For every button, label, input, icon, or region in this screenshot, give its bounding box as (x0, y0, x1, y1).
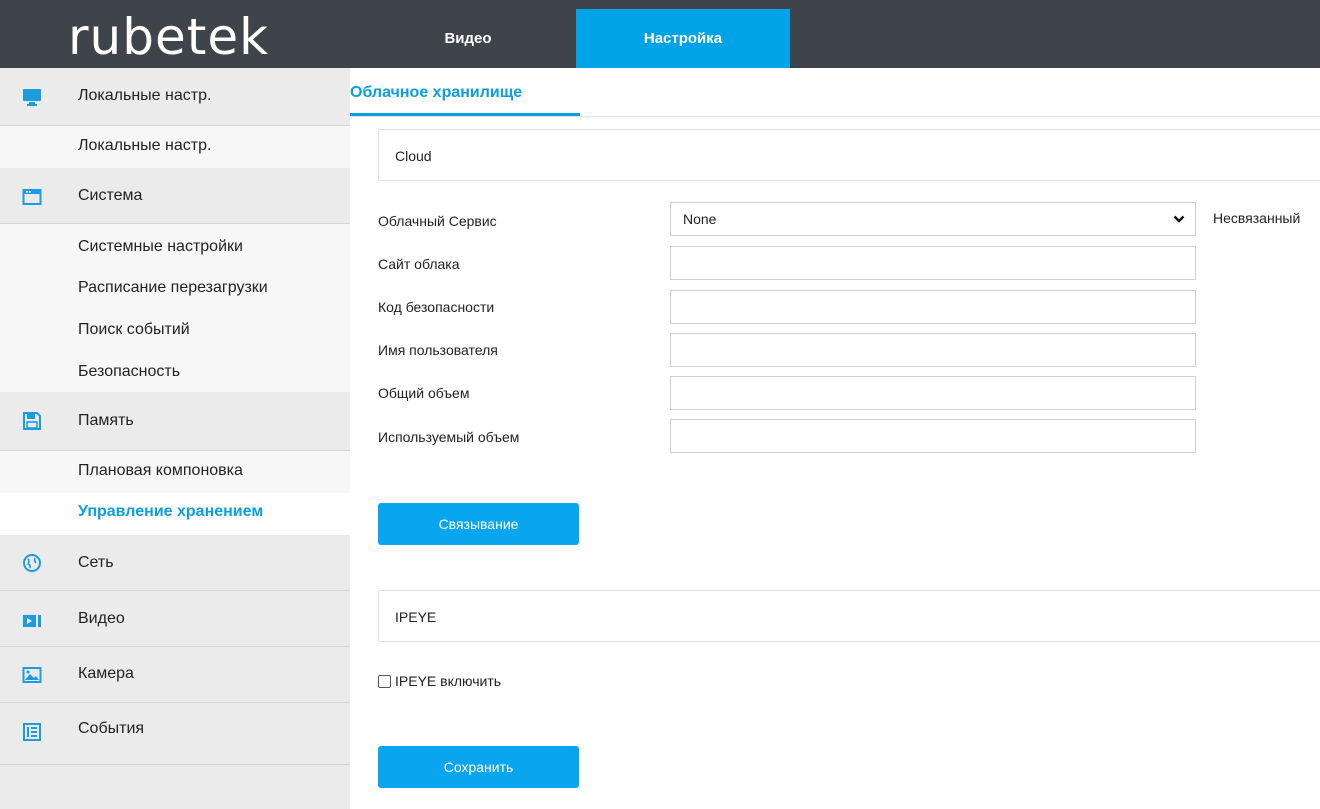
sidebar-item-camera[interactable]: Камера (0, 647, 350, 703)
used-volume-label: Используемый объем (378, 429, 520, 445)
sidebar-item-label: Безопасность (78, 363, 181, 380)
sidebar-subitem-event-search[interactable]: Поиск событий (0, 308, 350, 350)
total-volume-input[interactable] (670, 376, 1196, 410)
sidebar-item-label: Камера (78, 665, 134, 682)
cloud-service-value: None (683, 211, 717, 227)
sidebar-subitem-reboot-schedule[interactable]: Расписание перезагрузки (0, 266, 350, 308)
security-code-label: Код безопасности (378, 299, 495, 315)
cloud-section-title: Cloud (395, 148, 432, 164)
sidebar-item-system[interactable]: Система (0, 168, 350, 224)
sidebar-item-local-settings[interactable]: Локальные настр. (0, 68, 350, 126)
sidebar-item-label: Сеть (78, 554, 114, 571)
cloud-service-select[interactable]: None (670, 202, 1196, 236)
sidebar-item-label: Система (78, 187, 143, 204)
floppy-disk-icon (23, 412, 41, 430)
sidebar-subitem-system-settings[interactable]: Системные настройки (0, 224, 350, 266)
sidebar-item-network[interactable]: Сеть (0, 535, 350, 591)
ipeye-enable-checkbox[interactable] (378, 675, 391, 688)
image-icon (22, 667, 42, 683)
used-volume-input[interactable] (670, 419, 1196, 453)
globe-icon (23, 554, 41, 572)
events-icon (23, 723, 41, 741)
cloud-status-text: Несвязанный (1213, 210, 1301, 226)
cloud-site-input[interactable] (670, 246, 1196, 280)
save-button[interactable]: Сохранить (378, 746, 579, 788)
sidebar-item-video[interactable]: Видео (0, 591, 350, 647)
ipeye-enable-label[interactable]: IPEYE включить (395, 673, 501, 689)
top-bar: rubetek Видео Настройка (0, 0, 1320, 68)
bind-button[interactable]: Связывание (378, 503, 579, 545)
sidebar-item-label: Память (78, 412, 134, 429)
sidebar-item-label: Системные настройки (78, 238, 243, 255)
tab-cloud-storage[interactable]: Облачное хранилище (350, 68, 580, 116)
sidebar-item-label: Видео (78, 610, 125, 627)
sidebar-subitem-security[interactable]: Безопасность (0, 350, 350, 392)
sidebar-item-storage[interactable]: Память (0, 394, 350, 451)
tab-settings[interactable]: Настройка (576, 9, 790, 68)
chevron-down-icon (1173, 215, 1185, 223)
username-label: Имя пользователя (378, 342, 498, 358)
tab-video[interactable]: Видео (360, 9, 576, 68)
ipeye-section-header: IPEYE (378, 590, 1320, 642)
video-icon (23, 615, 41, 627)
sidebar: Локальные настр. Локальные настр. Систем… (0, 68, 350, 809)
cloud-site-label: Сайт облака (378, 256, 460, 272)
cloud-section-header: Cloud (378, 129, 1320, 181)
ipeye-section-title: IPEYE (395, 609, 437, 625)
sidebar-subitem-schedule-layout[interactable]: Плановая компоновка (0, 451, 350, 493)
sidebar-subitem-storage-management[interactable]: Управление хранением (0, 493, 350, 535)
sidebar-item-label: Управление хранением (78, 503, 264, 520)
security-code-input[interactable] (670, 290, 1196, 324)
sidebar-item-label: Поиск событий (78, 321, 190, 338)
system-window-icon (22, 189, 42, 205)
username-input[interactable] (670, 333, 1196, 367)
sidebar-item-label: Расписание перезагрузки (78, 279, 268, 296)
sidebar-item-events[interactable]: События (0, 703, 350, 765)
sidebar-item-label: Плановая компоновка (78, 462, 243, 479)
sidebar-item-label: Локальные настр. (78, 137, 212, 154)
sidebar-item-label: Локальные настр. (78, 87, 212, 104)
monitor-icon (23, 89, 41, 106)
sidebar-subitem-local-settings[interactable]: Локальные настр. (0, 126, 350, 168)
sidebar-item-label: События (78, 720, 145, 737)
rubetek-logo: rubetek (68, 8, 270, 66)
cloud-service-label: Облачный Сервис (378, 213, 497, 229)
total-volume-label: Общий объем (378, 385, 470, 401)
content-tab-row: Облачное хранилище (350, 68, 1320, 117)
